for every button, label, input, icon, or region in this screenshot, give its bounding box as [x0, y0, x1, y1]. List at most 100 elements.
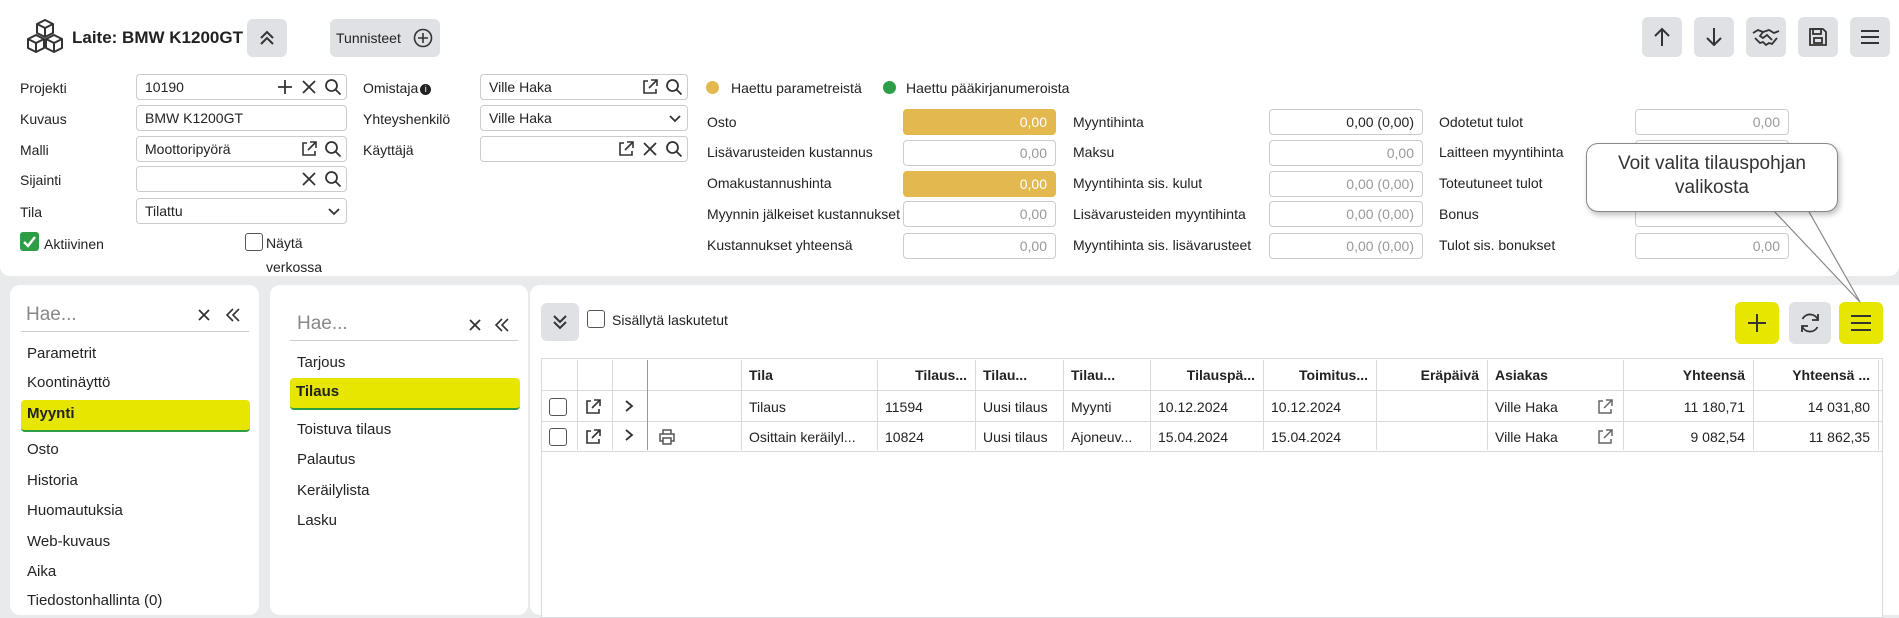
omistaja-field[interactable]: Ville Haka — [480, 74, 688, 100]
chevron-right-icon[interactable] — [622, 398, 636, 414]
income-label: Tulot sis. bonukset — [1439, 237, 1556, 253]
search-icon[interactable] — [324, 170, 342, 188]
clear-icon[interactable] — [197, 308, 211, 322]
sub-nav-tilaus[interactable]: Tilaus — [290, 378, 520, 410]
row-divider — [541, 451, 1883, 452]
add-icon[interactable] — [276, 78, 294, 96]
column-header-toimitus[interactable]: Toimitus... — [1263, 360, 1376, 390]
column-header-tilaustyyppi[interactable]: Tilau... — [1063, 360, 1150, 390]
cell-tilaustila: Uusi tilaus — [983, 429, 1048, 445]
kustannukset-yhteensa-value[interactable]: 0,00 — [903, 233, 1056, 259]
nav-item-historia[interactable]: Historia — [27, 472, 78, 489]
cell-toimitus: 15.04.2024 — [1271, 429, 1342, 445]
column-header-tilauspaiva[interactable]: Tilauspä... — [1150, 360, 1263, 390]
printer-icon[interactable] — [658, 428, 676, 446]
open-external-icon[interactable] — [584, 398, 602, 416]
chevron-right-icon[interactable] — [622, 427, 636, 443]
column-header-yhteensa-2[interactable]: Yhteensä ... — [1753, 360, 1878, 390]
nav-item-parametrit[interactable]: Parametrit — [27, 345, 96, 362]
double-chevron-left-icon[interactable] — [494, 317, 510, 333]
previous-button[interactable] — [1642, 17, 1682, 57]
column-header-tilausnumero[interactable]: Tilaus... — [877, 360, 975, 390]
next-button[interactable] — [1694, 17, 1734, 57]
cubes-logo-icon — [26, 18, 64, 54]
myyntihinta-lisavarusteet-value[interactable]: 0,00 (0,00) — [1269, 233, 1423, 259]
column-header-erapaiva[interactable]: Eräpäivä — [1376, 360, 1487, 390]
malli-value: Moottoripyörä — [145, 141, 231, 157]
nav-item-osto[interactable]: Osto — [27, 441, 59, 458]
osto-value[interactable]: 0,00 — [903, 109, 1056, 135]
row-select-checkbox[interactable] — [549, 398, 567, 416]
double-chevron-left-icon[interactable] — [225, 307, 241, 323]
omistaja-value: Ville Haka — [489, 79, 552, 95]
sub-nav-search[interactable]: Hae... — [290, 307, 518, 341]
kayttaja-label: Käyttäjä — [363, 142, 414, 158]
search-icon[interactable] — [665, 78, 683, 96]
column-header-asiakas[interactable]: Asiakas — [1487, 360, 1623, 390]
myyntihinta-kulut-value[interactable]: 0,00 (0,00) — [1269, 171, 1423, 197]
tila-select[interactable]: Tilattu — [136, 198, 347, 224]
menu-button[interactable] — [1850, 17, 1890, 57]
open-external-icon[interactable] — [1596, 428, 1614, 446]
nayta-verkossa-checkbox[interactable] — [245, 233, 263, 251]
sub-nav-tarjous[interactable]: Tarjous — [297, 354, 345, 371]
double-chevron-down-icon — [553, 315, 567, 330]
clear-icon[interactable] — [300, 170, 318, 188]
clear-icon[interactable] — [300, 78, 318, 96]
nav-item-aika[interactable]: Aika — [27, 563, 56, 580]
sub-nav-palautus[interactable]: Palautus — [297, 451, 355, 468]
jalkeiset-kustannukset-value[interactable]: 0,00 — [903, 201, 1056, 227]
sub-nav-toistuva-tilaus[interactable]: Toistuva tilaus — [297, 421, 391, 438]
myyntihinta-value[interactable]: 0,00 (0,00) — [1269, 109, 1423, 135]
collapse-header-button[interactable] — [247, 19, 287, 57]
col-divider — [612, 360, 613, 450]
left-nav-search[interactable]: Hae... — [21, 298, 249, 332]
projekti-field[interactable]: 10190 — [136, 74, 347, 100]
nav-item-web-kuvaus[interactable]: Web-kuvaus — [27, 533, 110, 550]
checkmark-icon — [23, 236, 36, 248]
nav-item-huomautuksia[interactable]: Huomautuksia — [27, 502, 123, 519]
kayttaja-field[interactable] — [480, 136, 688, 162]
sub-nav-lasku[interactable]: Lasku — [297, 512, 337, 529]
handshake-button[interactable] — [1746, 17, 1786, 57]
column-header-tilaustila[interactable]: Tilau... — [975, 360, 1063, 390]
sijainti-field[interactable] — [136, 166, 347, 192]
row-select-checkbox[interactable] — [549, 428, 567, 446]
include-invoiced-checkbox[interactable] — [587, 310, 605, 328]
tila-value: Tilattu — [145, 203, 183, 219]
nav-item-myynti[interactable]: Myynti — [21, 400, 250, 432]
omakustannushinta-value[interactable]: 0,00 — [903, 171, 1056, 197]
lisavarusteiden-kustannus-value[interactable]: 0,00 — [903, 140, 1056, 166]
cell-asiakas: Ville Haka — [1495, 399, 1558, 415]
kuvaus-field[interactable]: BMW K1200GT — [136, 105, 347, 131]
open-external-icon[interactable] — [300, 140, 318, 158]
search-icon[interactable] — [665, 140, 683, 158]
save-button[interactable] — [1798, 17, 1838, 57]
open-external-icon[interactable] — [641, 78, 659, 96]
hamburger-icon — [1851, 315, 1871, 331]
cost-label: Lisävarusteiden kustannus — [707, 144, 873, 160]
maksu-value[interactable]: 0,00 — [1269, 140, 1423, 166]
column-header-yhteensa[interactable]: Yhteensä — [1623, 360, 1753, 390]
lisavarusteiden-myyntihinta-value[interactable]: 0,00 (0,00) — [1269, 201, 1423, 227]
column-header-tila[interactable]: Tila — [741, 360, 877, 390]
search-icon[interactable] — [324, 140, 342, 158]
clear-icon[interactable] — [641, 140, 659, 158]
open-external-icon[interactable] — [617, 140, 635, 158]
tags-button[interactable]: Tunnisteet — [330, 19, 440, 57]
aktiivinen-checkbox[interactable] — [20, 232, 39, 251]
malli-field[interactable]: Moottoripyörä — [136, 136, 347, 162]
nav-item-koontinaytto[interactable]: Koontinäyttö — [27, 374, 110, 391]
sub-nav-kerailylista[interactable]: Keräilylista — [297, 482, 370, 499]
search-icon[interactable] — [324, 78, 342, 96]
expand-all-button[interactable] — [541, 303, 579, 341]
handshake-icon — [1752, 28, 1780, 47]
price-label: Myyntihinta — [1073, 114, 1144, 130]
open-external-icon[interactable] — [584, 428, 602, 446]
malli-label: Malli — [20, 142, 49, 158]
params-legend-dot — [706, 81, 719, 94]
open-external-icon[interactable] — [1596, 398, 1614, 416]
clear-icon[interactable] — [468, 318, 482, 332]
yhteyshenkilo-select[interactable]: Ville Haka — [480, 105, 688, 131]
odotetut-tulot-value[interactable]: 0,00 — [1635, 109, 1789, 135]
